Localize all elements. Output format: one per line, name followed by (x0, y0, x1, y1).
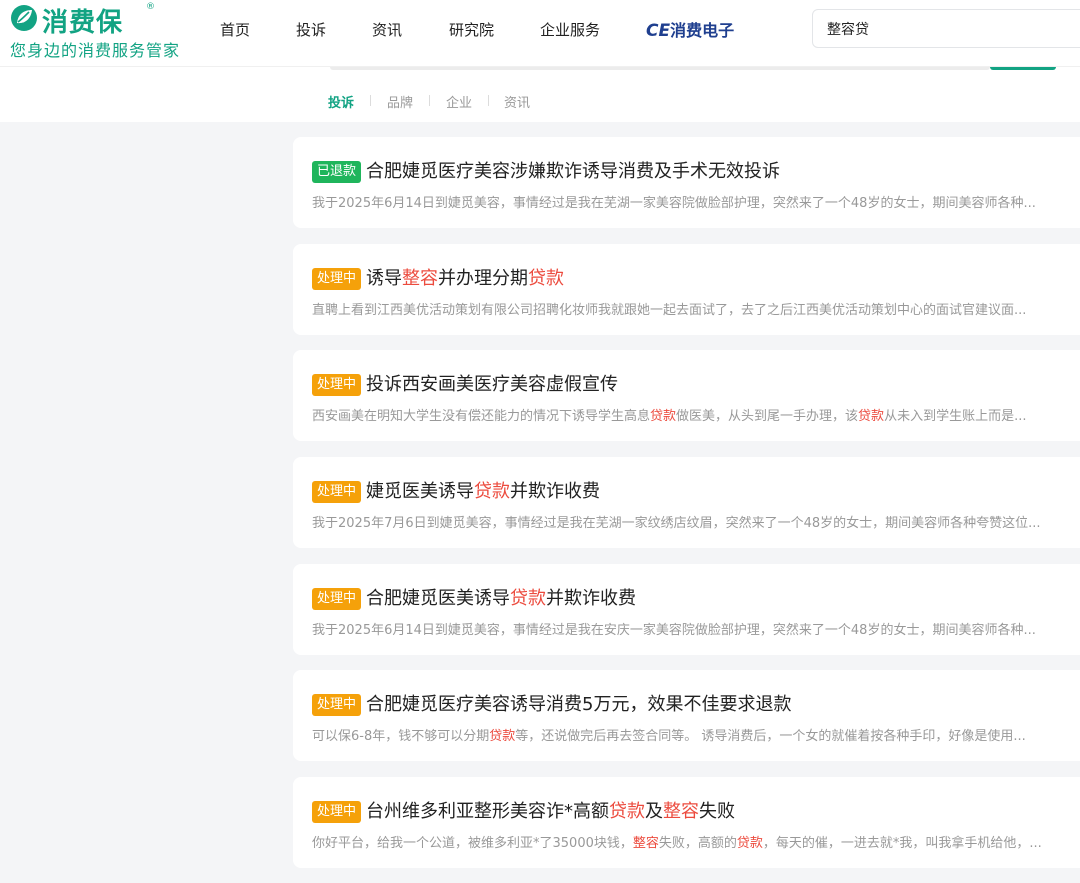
status-badge: 处理中 (312, 694, 362, 716)
ce-logo: CE (646, 21, 671, 41)
complaint-summary: 我于2025年7月6日到婕觅美容，事情经过是我在芜湖一家纹绣店纹眉，突然来了一个… (312, 512, 1072, 531)
text-segment: 失败 (699, 801, 736, 822)
tab-brand[interactable]: 品牌 (387, 92, 413, 111)
tab-divider (370, 95, 371, 106)
complaint-card[interactable]: 处理中 婕觅医美诱导贷款并欺诈收费 我于2025年7月6日到婕觅美容，事情经过是我… (293, 457, 1080, 548)
nav-complaints[interactable]: 投诉 (296, 19, 326, 40)
text-segment: 台州维多利亚整形美容诈*高额 (366, 801, 610, 822)
highlight-keyword: 贷款 (528, 268, 565, 289)
highlight-keyword: 贷款 (609, 801, 646, 822)
complaint-card[interactable]: 处理中 投诉西安画美医疗美容虚假宣传 西安画美在明知大学生没有偿还能力的情况下诱导… (293, 350, 1080, 441)
nav-news[interactable]: 资讯 (372, 19, 402, 40)
title-text: 诱导整容并办理分期贷款 (366, 268, 564, 289)
title-text: 合肥婕觅医美诱导贷款并欺诈收费 (366, 588, 636, 609)
tab-news[interactable]: 资讯 (504, 92, 530, 111)
text-segment: 婕觅医美诱导 (366, 481, 475, 502)
status-badge: 处理中 (312, 374, 362, 396)
nav-enterprise-service[interactable]: 企业服务 (540, 19, 600, 40)
search-input[interactable] (812, 9, 1080, 48)
text-segment: 诱导 (366, 268, 403, 289)
text-segment: 等，还说做完后再去签合同等。 诱导消费后，一个女的就催着按各种手印，好像是使用.… (515, 729, 1026, 744)
complaint-summary: 我于2025年6月14日到婕觅美容，事情经过是我在芜湖一家美容院做脸部护理，突然… (312, 192, 1072, 211)
complaint-card[interactable]: 已退款 合肥婕觅医疗美容涉嫌欺诈诱导消费及手术无效投诉 我于2025年6月14日到… (293, 137, 1080, 228)
text-segment: 直聘上看到江西美优活动策划有限公司招聘化妆师我就跟她一起去面试了，去了之后江西美… (312, 303, 1027, 318)
tab-divider (488, 95, 489, 106)
status-badge: 处理中 (312, 481, 362, 503)
text-segment: 我于2025年6月14日到婕觅美容，事情经过是我在芜湖一家美容院做脸部护理，突然… (312, 196, 1036, 211)
title-text: 合肥婕觅医疗美容涉嫌欺诈诱导消费及手术无效投诉 (366, 161, 780, 182)
nav-research[interactable]: 研究院 (449, 19, 494, 40)
complaint-summary: 可以保6-8年，钱不够可以分期贷款等，还说做完后再去签合同等。 诱导消费后，一个… (312, 725, 1072, 744)
tab-divider (429, 95, 430, 106)
complaint-card[interactable]: 处理中 台州维多利亚整形美容诈*高额贷款及整容失败 你好平台，给我一个公道，被维多… (293, 777, 1080, 868)
text-segment: 从未入到学生账上而是... (884, 409, 1027, 424)
text-segment: 合肥婕觅医疗美容涉嫌欺诈诱导消费及手术无效投诉 (366, 161, 781, 182)
text-segment: ，每天的催，一进去就*我，叫我拿手机给他，... (762, 836, 1042, 851)
highlight-keyword: 贷款 (474, 481, 511, 502)
status-badge: 处理中 (312, 801, 362, 823)
text-segment: 并欺诈收费 (546, 588, 637, 609)
title-text: 台州维多利亚整形美容诈*高额贷款及整容失败 (366, 801, 735, 822)
title-text: 合肥婕觅医疗美容诱导消费5万元，效果不佳要求退款 (366, 694, 791, 715)
text-segment: 及 (645, 801, 664, 822)
text-segment: 并办理分期 (438, 268, 529, 289)
complaint-card[interactable]: 处理中 合肥婕觅医疗美容诱导消费5万元，效果不佳要求退款 可以保6-8年，钱不够可… (293, 670, 1080, 761)
site-logo[interactable]: 消费保 ® 您身边的消费服务管家 (10, 2, 190, 62)
text-segment: 合肥婕觅医美诱导 (366, 588, 511, 609)
text-segment: 我于2025年7月6日到婕觅美容，事情经过是我在芜湖一家纹绣店纹眉，突然来了一个… (312, 516, 1041, 531)
status-badge: 已退款 (312, 161, 362, 183)
tab-complaints[interactable]: 投诉 (328, 92, 354, 111)
title-text: 婕觅医美诱导贷款并欺诈收费 (366, 481, 600, 502)
logo-text: 消费保 (42, 8, 124, 38)
filter-tab-bar: 投诉 品牌 企业 资讯 (0, 66, 1080, 122)
complaint-summary: 直聘上看到江西美优活动策划有限公司招聘化妆师我就跟她一起去面试了，去了之后江西美… (312, 299, 1072, 318)
text-segment: 做医美，从头到尾一手办理，该 (676, 409, 859, 424)
complaint-title[interactable]: 已退款 合肥婕觅医疗美容涉嫌欺诈诱导消费及手术无效投诉 (312, 157, 780, 183)
leaf-logo-icon (11, 5, 37, 31)
search-dropdown-edge (330, 67, 990, 70)
complaint-title[interactable]: 处理中 合肥婕觅医美诱导贷款并欺诈收费 (312, 584, 636, 610)
highlight-keyword: 整容 (402, 268, 439, 289)
nav-consumer-electronics[interactable]: CE消费电子 (646, 17, 734, 41)
registered-mark: ® (146, 2, 155, 12)
tab-company[interactable]: 企业 (446, 92, 472, 111)
complaint-summary: 西安画美在明知大学生没有偿还能力的情况下诱导学生高息贷款做医美，从头到尾一手办理… (312, 405, 1072, 424)
complaint-title[interactable]: 处理中 台州维多利亚整形美容诈*高额贷款及整容失败 (312, 797, 735, 823)
complaint-title[interactable]: 处理中 诱导整容并办理分期贷款 (312, 264, 564, 290)
text-segment: 我于2025年6月14日到婕觅美容，事情经过是我在安庆一家美容院做脸部护理，突然… (312, 623, 1036, 638)
highlight-keyword: 贷款 (736, 836, 763, 851)
highlight-keyword: 贷款 (510, 588, 547, 609)
status-badge: 处理中 (312, 268, 362, 290)
text-segment: 西安画美在明知大学生没有偿还能力的情况下诱导学生高息 (312, 409, 651, 424)
highlight-keyword: 贷款 (858, 409, 885, 424)
highlight-keyword: 贷款 (650, 409, 677, 424)
text-segment: 失败，高额的 (658, 836, 737, 851)
logo-slogan: 您身边的消费服务管家 (10, 41, 181, 60)
complaint-card[interactable]: 处理中 合肥婕觅医美诱导贷款并欺诈收费 我于2025年6月14日到婕觅美容，事情经… (293, 564, 1080, 655)
nav-home[interactable]: 首页 (220, 19, 250, 40)
complaint-summary: 我于2025年6月14日到婕觅美容，事情经过是我在安庆一家美容院做脸部护理，突然… (312, 619, 1072, 638)
complaint-summary: 你好平台，给我一个公道，被维多利亚*了35000块钱，整容失败，高额的贷款，每天… (312, 832, 1072, 851)
highlight-keyword: 贷款 (489, 729, 516, 744)
text-segment: 你好平台，给我一个公道，被维多利亚*了35000块钱， (312, 836, 633, 851)
highlight-keyword: 整容 (663, 801, 700, 822)
complaint-title[interactable]: 处理中 合肥婕觅医疗美容诱导消费5万元，效果不佳要求退款 (312, 690, 791, 716)
status-badge: 处理中 (312, 588, 362, 610)
complaint-card[interactable]: 处理中 诱导整容并办理分期贷款 直聘上看到江西美优活动策划有限公司招聘化妆师我就跟… (293, 244, 1080, 335)
title-text: 投诉西安画美医疗美容虚假宣传 (366, 374, 618, 395)
top-header: 消费保 ® 您身边的消费服务管家 首页 投诉 资讯 研究院 企业服务 CE消费电… (0, 0, 1080, 66)
text-segment: 可以保6-8年，钱不够可以分期 (312, 729, 490, 744)
search-button-edge[interactable] (990, 67, 1056, 70)
text-segment: 合肥婕觅医疗美容诱导消费5万元，效果不佳要求退款 (366, 694, 792, 715)
highlight-keyword: 整容 (632, 836, 659, 851)
text-segment: 并欺诈收费 (510, 481, 601, 502)
text-segment: 投诉西安画美医疗美容虚假宣传 (366, 374, 619, 395)
ce-label: 消费电子 (670, 21, 735, 40)
complaint-title[interactable]: 处理中 婕觅医美诱导贷款并欺诈收费 (312, 477, 600, 503)
complaint-title[interactable]: 处理中 投诉西安画美医疗美容虚假宣传 (312, 370, 618, 396)
